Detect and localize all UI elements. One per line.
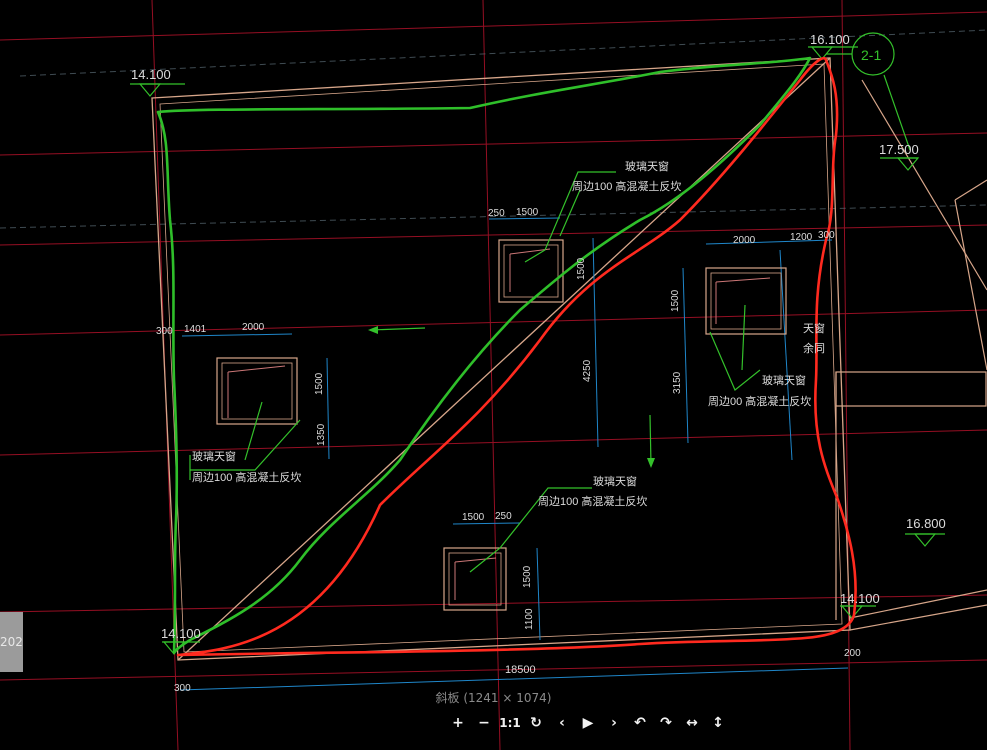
actual-size-button[interactable]: 1:1	[497, 711, 523, 735]
dim-bottom-1500-v: 1500	[522, 565, 533, 588]
dim-right-3150: 3150	[672, 371, 683, 394]
note-skylight-left: 玻璃天窗	[192, 449, 236, 463]
elevation-right-mid: 16.800	[906, 516, 946, 531]
grid-lines	[0, 0, 987, 750]
viewer-toolbar: + − 1:1 ↻ ‹ ▶ › ↶ ↷ ↔ ↕	[445, 710, 731, 736]
dim-bottom-right-200: 200	[844, 648, 861, 659]
dim-bottom-1500: 1500	[462, 512, 485, 523]
dim-right-2000: 2000	[733, 235, 756, 246]
dim-left-2000: 2000	[242, 322, 265, 333]
note-curb-right: 周边00 高混凝土反坎	[708, 394, 811, 408]
side-tab[interactable]: 202	[0, 612, 23, 672]
elevation-top-left: 14.100	[131, 67, 171, 82]
prev-icon[interactable]: ‹	[549, 711, 575, 735]
dim-mid-4250: 4250	[582, 359, 593, 382]
skylight-top	[498, 239, 564, 303]
cad-drawing: 14.100 16.100 17.500 16.800 14.100 14.10…	[0, 0, 987, 750]
elevation-top-right: 16.100	[810, 32, 850, 47]
next-icon[interactable]: ›	[601, 711, 627, 735]
note-skylight-right-a: 天窗	[803, 321, 825, 335]
play-icon[interactable]: ▶	[575, 711, 601, 735]
dim-left-300: 300	[156, 326, 173, 337]
note-skylight-bottom: 玻璃天窗	[593, 474, 637, 488]
green-outline	[156, 56, 812, 654]
note-skylight-top: 玻璃天窗	[625, 159, 669, 173]
rotate-icon[interactable]: ↻	[523, 711, 549, 735]
skylight-right	[705, 267, 787, 335]
zoom-in-button[interactable]: +	[445, 711, 471, 735]
elevation-right-upper: 17.500	[879, 142, 919, 157]
dim-total-18500: 18500	[505, 664, 536, 676]
dim-right-1500: 1500	[670, 289, 681, 312]
note-skylight-right: 玻璃天窗	[762, 373, 806, 387]
dim-left-1500: 1500	[314, 372, 325, 395]
note-skylight-right-b: 余同	[803, 341, 825, 355]
dim-mid-1500: 1500	[576, 257, 587, 280]
dim-right-300: 300	[818, 230, 835, 241]
dim-left-1350: 1350	[316, 423, 327, 446]
dim-top-250: 250	[488, 208, 505, 219]
elevation-bottom-right: 14.100	[840, 591, 880, 606]
redo-icon[interactable]: ↷	[653, 711, 679, 735]
note-curb-left: 周边100 高混凝土反坎	[192, 470, 301, 484]
image-caption: 斜板 (1241 × 1074)	[435, 691, 552, 705]
dim-right-1200: 1200	[790, 232, 813, 243]
skylight-left	[216, 357, 298, 425]
undo-icon[interactable]: ↶	[627, 711, 653, 735]
dim-left-1401: 1401	[184, 324, 207, 335]
flip-horizontal-icon[interactable]: ↔	[679, 711, 705, 735]
section-marker-label: 2-1	[861, 47, 881, 63]
elevation-bottom-left: 14.100	[161, 626, 201, 641]
adjacent-structure	[835, 79, 987, 631]
note-curb-top: 周边100 高混凝土反坎	[572, 179, 681, 193]
dim-bottom-1100: 1100	[524, 608, 535, 630]
flip-vertical-icon[interactable]: ↕	[705, 711, 731, 735]
dim-top-1500: 1500	[516, 207, 539, 218]
note-curb-bottom: 周边100 高混凝土反坎	[538, 494, 647, 508]
side-tab-label: 202	[0, 635, 23, 649]
grid-lines-dim	[0, 29, 987, 229]
dim-bottom-250: 250	[495, 511, 512, 522]
zoom-out-button[interactable]: −	[471, 711, 497, 735]
dimension-lines	[179, 217, 849, 691]
